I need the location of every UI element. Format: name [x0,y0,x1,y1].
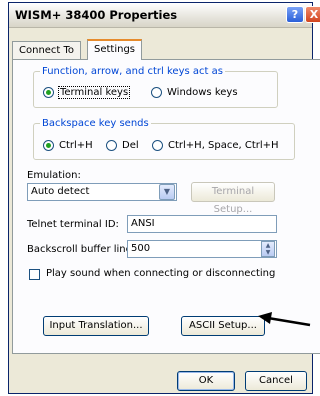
arrow-head [258,312,272,324]
tab-settings[interactable]: Settings [87,39,143,60]
pointer-arrow-icon [258,312,311,327]
arrow-shaft [267,316,311,327]
